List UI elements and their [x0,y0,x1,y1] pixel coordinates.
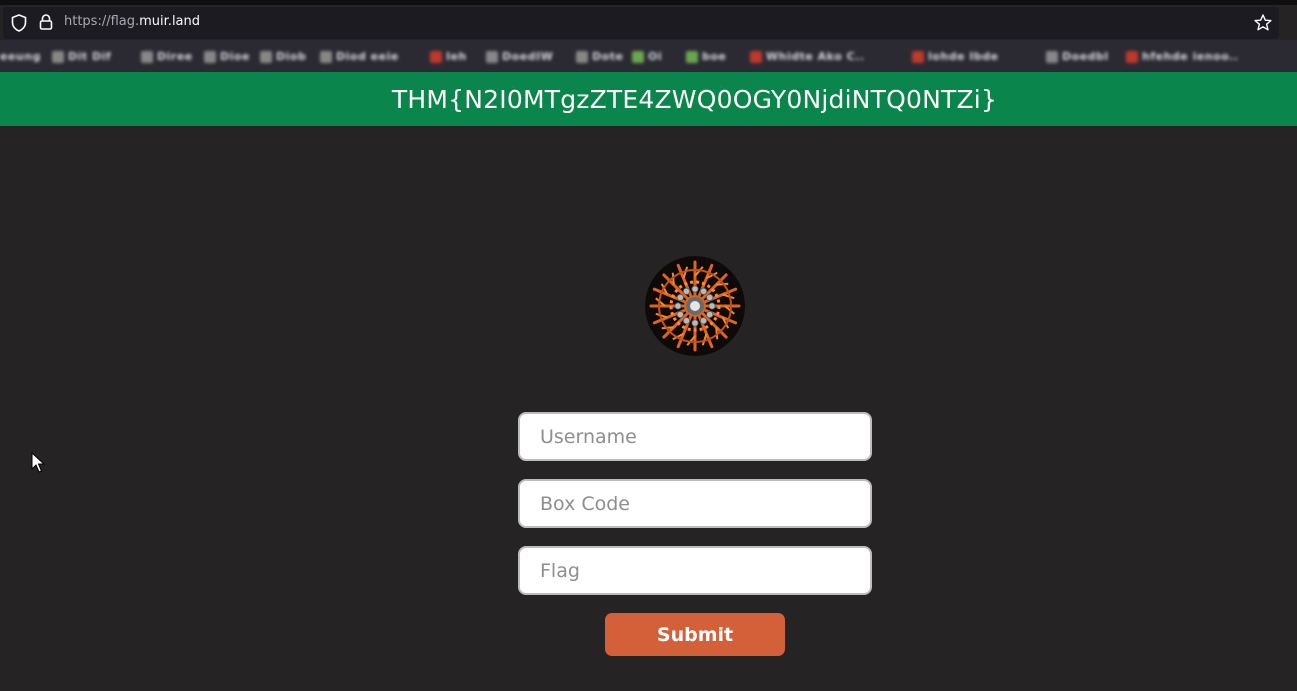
bookmark-favicon-icon [912,50,924,63]
bookmark-item[interactable]: eeung [0,50,41,63]
flag-banner: THM{N2I0MTgzZTE4ZWQ0OGY0NjdiNTQ0NTZi} [0,72,1297,126]
bookmark-label: Dioe [220,50,250,63]
browser-top-strip [0,0,1297,5]
submit-button[interactable]: Submit [605,613,785,656]
bookmark-favicon-icon [320,50,332,63]
url-text[interactable]: https://flag.muir.land [64,14,200,29]
bookmark-item[interactable]: Diod eeie [320,50,399,63]
bookmark-favicon-icon [632,50,644,63]
bookmark-label: Diod eeie [336,50,399,63]
bookmark-item[interactable]: hfehde ienoo.. [1126,50,1239,63]
bookmark-label: boe [702,50,727,63]
url-prefix: https://flag. [64,14,140,29]
bookmark-label: hfehde ienoo.. [1142,50,1239,63]
bookmark-item[interactable]: lohde Ibde [912,50,999,63]
bookmark-item[interactable]: Ieh [430,50,467,63]
bookmark-favicon-icon [750,50,762,63]
bookmark-label: lohde Ibde [928,50,999,63]
bookmark-item[interactable]: Dote [576,50,623,63]
bookmark-item[interactable]: Oi [632,50,662,63]
bookmark-label: eeung [0,50,41,63]
bookmark-favicon-icon [1046,50,1058,63]
bookmark-favicon-icon [430,50,442,63]
lock-icon[interactable] [39,13,53,31]
bookmark-item[interactable]: boe [686,50,726,63]
bookmark-favicon-icon [141,50,153,63]
box-code-input[interactable] [518,479,872,528]
bookmark-item[interactable]: Diree [141,50,193,63]
bookmark-item[interactable]: Doedbl [1046,50,1109,63]
url-domain: muir.land [139,14,201,29]
bookmark-label: DoedIW [502,50,554,63]
mandala-logo [645,256,745,356]
bookmark-label: Dote [592,50,624,63]
bookmark-item[interactable]: Dit Dif [52,50,111,63]
shield-icon[interactable] [11,14,27,32]
flag-input[interactable] [518,546,872,595]
bookmark-favicon-icon [1126,50,1138,63]
bookmark-label: Dit Dif [68,50,112,63]
bookmark-favicon-icon [486,50,498,63]
bookmark-favicon-icon [686,50,698,63]
bookmark-label: Whidte Ako C.. [766,50,865,63]
username-input[interactable] [518,412,872,461]
bookmarks-toolbar: eeung Dit Dif Diree Dioe Diob Diod eeie Ieh Doe… [0,40,1297,72]
bookmark-item[interactable]: DoedIW [486,50,553,63]
bookmark-label: Oi [648,50,663,63]
bookmark-favicon-icon [576,50,588,63]
bookmark-label: Ieh [446,50,467,63]
bookmark-favicon-icon [204,50,216,63]
bookmark-star-icon[interactable] [1253,13,1273,33]
bookmark-item[interactable]: Dioe [204,50,250,63]
address-bar[interactable]: https://flag.muir.land [3,7,1279,39]
bookmark-label: Diob [276,50,307,63]
bookmark-item[interactable]: Diob [260,50,306,63]
bookmark-label: Doedbl [1062,50,1109,63]
flag-text: THM{N2I0MTgzZTE4ZWQ0OGY0NjdiNTQ0NTZi} [391,84,998,114]
bookmark-item[interactable]: Whidte Ako C.. [750,50,865,63]
bookmark-favicon-icon [260,50,272,63]
mouse-cursor-icon [31,452,45,473]
bookmark-favicon-icon [52,50,64,63]
bookmark-label: Diree [157,50,193,63]
